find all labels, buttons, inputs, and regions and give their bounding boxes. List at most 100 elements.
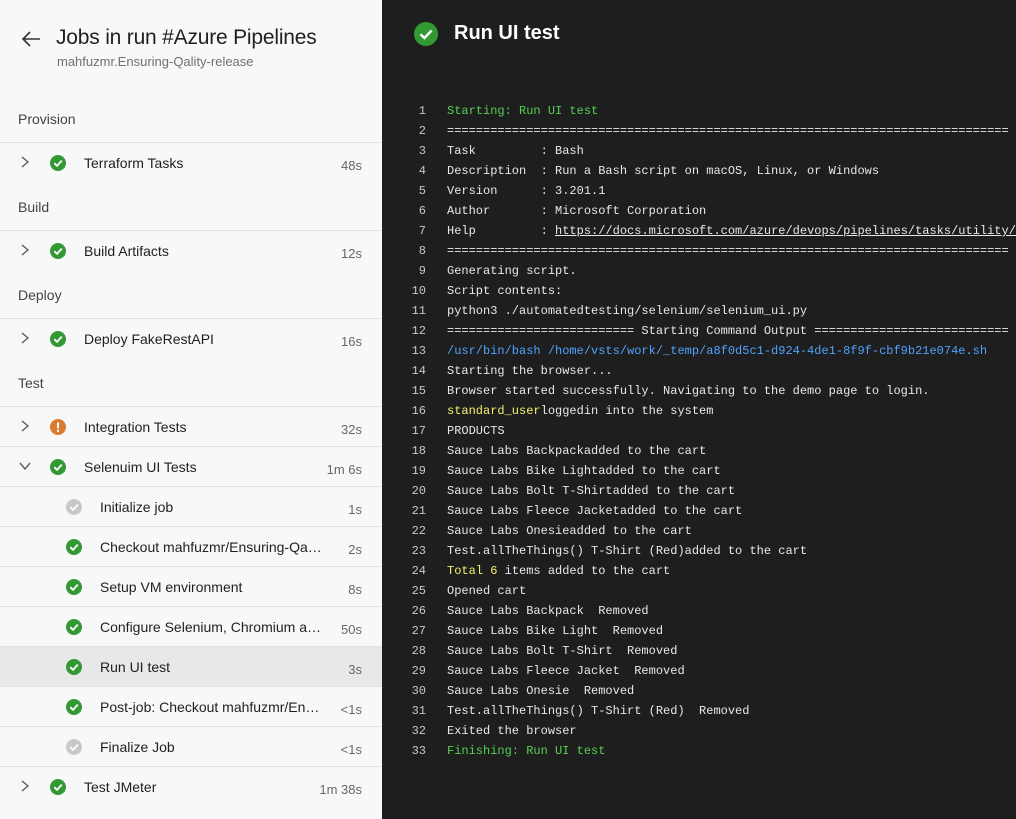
job-row-test-jmeter[interactable]: Test JMeter 1m 38s: [0, 766, 382, 806]
log-line-text: Finishing: Run UI test: [447, 741, 605, 761]
chevron-right-icon[interactable]: [18, 331, 32, 345]
log-segment: Sauce Labs Bike Lightadded to the cart: [447, 464, 721, 478]
log-line-number[interactable]: 8: [382, 241, 426, 261]
chevron-right-icon[interactable]: [18, 419, 32, 433]
log-line-text: Test.allTheThings() T-Shirt (Red)added t…: [447, 541, 807, 561]
help-link[interactable]: https://docs.microsoft.com/azure/devops/…: [555, 224, 1016, 238]
success-check-icon: [50, 243, 66, 259]
job-row-deploy-fakerestapi[interactable]: Deploy FakeRestAPI 16s: [0, 318, 382, 358]
log-line-text: Sauce Labs Fleece Jacketadded to the car…: [447, 501, 742, 521]
log-segment: Exited the browser: [447, 724, 577, 738]
log-line-number[interactable]: 15: [382, 381, 426, 401]
chevron-right-icon[interactable]: [18, 779, 32, 793]
log-line-number[interactable]: 23: [382, 541, 426, 561]
log-line-number[interactable]: 20: [382, 481, 426, 501]
log-line: 3 Task : Bash: [382, 141, 1016, 161]
log-line-number[interactable]: 28: [382, 641, 426, 661]
log-line-number[interactable]: 32: [382, 721, 426, 741]
log-line: 17 PRODUCTS: [382, 421, 1016, 441]
job-row-integration-tests[interactable]: Integration Tests 32s: [0, 406, 382, 446]
success-check-icon: [66, 699, 82, 715]
log-output[interactable]: 1 Starting: Run UI test 2 =================…: [382, 101, 1016, 761]
log-line: 15 Browser started successfully. Navigati…: [382, 381, 1016, 401]
job-row-terraform[interactable]: Terraform Tasks 48s: [0, 142, 382, 182]
chevron-right-icon[interactable]: [18, 155, 32, 169]
log-line-number[interactable]: 25: [382, 581, 426, 601]
log-line-number[interactable]: 33: [382, 741, 426, 761]
log-line-text: Sauce Labs Bolt T-Shirt Removed: [447, 641, 677, 661]
log-line-number[interactable]: 7: [382, 221, 426, 241]
log-segment: Description : Run a Bash script on macOS…: [447, 164, 880, 178]
log-line: 14 Starting the browser...: [382, 361, 1016, 381]
log-line-number[interactable]: 11: [382, 301, 426, 321]
log-segment: loggedin into the system: [540, 404, 714, 418]
log-line-number[interactable]: 19: [382, 461, 426, 481]
chevron-down-icon[interactable]: [18, 459, 32, 473]
log-line-number[interactable]: 9: [382, 261, 426, 281]
log-line-number[interactable]: 1: [382, 101, 426, 121]
log-line-number[interactable]: 26: [382, 601, 426, 621]
log-line-number[interactable]: 24: [382, 561, 426, 581]
log-line-text: Version : 3.201.1: [447, 181, 605, 201]
step-row-configure-selenium[interactable]: Configure Selenium, Chromium and Chromed…: [0, 606, 382, 646]
log-segment: Total 6: [447, 564, 498, 578]
log-line: 6 Author : Microsoft Corporation: [382, 201, 1016, 221]
log-line: 24 Total 6 items added to the cart: [382, 561, 1016, 581]
log-line: 13/usr/bin/bash /home/vsts/work/_temp/a8…: [382, 341, 1016, 361]
step-row-run-ui-test[interactable]: Run UI test 3s: [0, 646, 382, 686]
log-line: 18 Sauce Labs Backpackadded to the cart: [382, 441, 1016, 461]
back-arrow-icon[interactable]: [20, 28, 42, 50]
log-line-number[interactable]: 4: [382, 161, 426, 181]
log-line-number[interactable]: 31: [382, 701, 426, 721]
log-line-number[interactable]: 14: [382, 361, 426, 381]
stage-deploy-label: Deploy: [18, 287, 62, 303]
log-line-number[interactable]: 21: [382, 501, 426, 521]
log-line: 5 Version : 3.201.1: [382, 181, 1016, 201]
success-check-icon: [50, 155, 66, 171]
step-duration: 2s: [348, 542, 362, 557]
job-row-build-artifacts[interactable]: Build Artifacts 12s: [0, 230, 382, 270]
log-line-number[interactable]: 29: [382, 661, 426, 681]
page-subtitle: mahfuzmr.Ensuring-Qality-release: [57, 54, 254, 69]
page-title: Jobs in run #Azure Pipelines: [56, 26, 317, 49]
log-line-number[interactable]: 16: [382, 401, 426, 421]
log-line: 4 Description : Run a Bash script on macO…: [382, 161, 1016, 181]
log-line: 12 ========================== Starting Co…: [382, 321, 1016, 341]
success-check-icon: [50, 779, 66, 795]
log-line-number[interactable]: 3: [382, 141, 426, 161]
log-line-number[interactable]: 10: [382, 281, 426, 301]
log-line: 29 Sauce Labs Fleece Jacket Removed: [382, 661, 1016, 681]
log-line: 9 Generating script.: [382, 261, 1016, 281]
step-row-finalize-job[interactable]: Finalize Job <1s: [0, 726, 382, 766]
log-line-number[interactable]: 2: [382, 121, 426, 141]
log-line-number[interactable]: 27: [382, 621, 426, 641]
log-line-text: Script contents:: [447, 281, 562, 301]
chevron-right-icon[interactable]: [18, 243, 32, 257]
log-segment: Sauce Labs Bike Light Removed: [447, 624, 664, 638]
log-line: 33 Finishing: Run UI test: [382, 741, 1016, 761]
log-line-number[interactable]: 17: [382, 421, 426, 441]
step-duration: 3s: [348, 662, 362, 677]
step-label: Finalize Job: [100, 739, 175, 755]
log-segment: Help :: [447, 224, 556, 238]
step-row-checkout[interactable]: Checkout mahfuzmr/Ensuring-Qality-releas…: [0, 526, 382, 566]
log-panel: Run UI test 1 Starting: Run UI test 2 =====…: [382, 0, 1016, 819]
log-line-number[interactable]: 30: [382, 681, 426, 701]
log-line-text: Sauce Labs Bike Lightadded to the cart: [447, 461, 721, 481]
log-line-number[interactable]: 13: [382, 341, 426, 361]
step-row-initialize-job[interactable]: Initialize job 1s: [0, 486, 382, 526]
log-line-text: ========================================…: [447, 121, 1009, 141]
log-line-number[interactable]: 5: [382, 181, 426, 201]
log-line-number[interactable]: 6: [382, 201, 426, 221]
success-check-icon: [66, 659, 82, 675]
success-check-icon: [66, 539, 82, 555]
job-row-selenium-ui-tests[interactable]: Selenuim UI Tests 1m 6s: [0, 446, 382, 486]
step-row-post-job-checkout[interactable]: Post-job: Checkout mahfuzmr/Ensuring-Qal…: [0, 686, 382, 726]
log-line-number[interactable]: 18: [382, 441, 426, 461]
step-row-setup-vm[interactable]: Setup VM environment 8s: [0, 566, 382, 606]
log-segment: PRODUCTS: [447, 424, 505, 438]
log-segment: Sauce Labs Backpackadded to the cart: [447, 444, 707, 458]
log-line-number[interactable]: 22: [382, 521, 426, 541]
log-line-number[interactable]: 12: [382, 321, 426, 341]
step-label: Initialize job: [100, 499, 174, 515]
